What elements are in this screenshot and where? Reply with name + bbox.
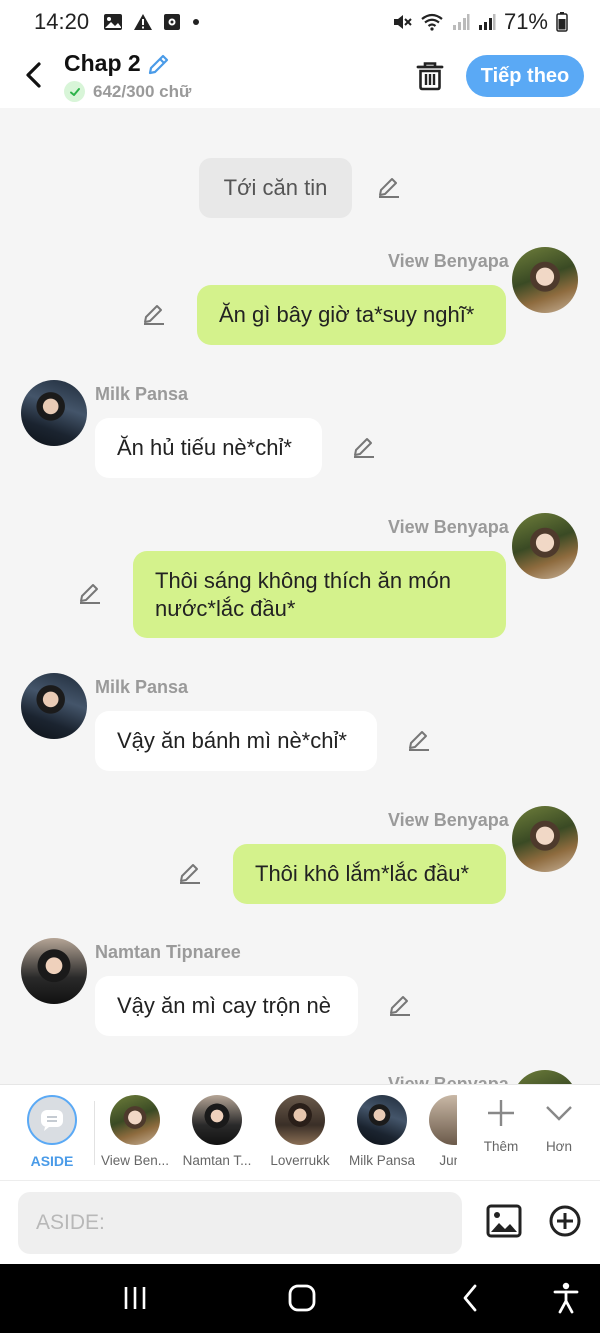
back-arrow-icon [26, 62, 41, 88]
status-time: 14:20 [34, 9, 90, 34]
message-bubble[interactable]: Vậy ăn mì cay trộn nè [95, 976, 358, 1036]
image-icon [103, 13, 123, 31]
more-button[interactable]: Hơn [529, 1097, 589, 1154]
sender-name: View Benyapa [388, 251, 509, 271]
sender-name: Milk Pansa [95, 677, 189, 697]
chapter-title-block: Chap 2 642/300 chữ [64, 50, 191, 102]
back-arrow-icon [463, 1284, 477, 1312]
check-icon [64, 81, 85, 102]
message-bubble[interactable]: Thôi sáng không thích ăn món nước*lắc đầ… [133, 551, 506, 638]
image-icon [486, 1204, 522, 1238]
sender-name: Namtan Tipnaree [95, 942, 241, 962]
more-label: Hơn [545, 1139, 573, 1154]
edit-message-icon[interactable] [351, 434, 377, 460]
sender-name: View Benyapa [388, 810, 509, 830]
chat-area[interactable]: Tới căn tin View Benyapa Ăn gì bây giờ t… [0, 108, 600, 1084]
character-view[interactable]: View Ben... [95, 1095, 175, 1168]
edit-message-icon[interactable] [376, 174, 402, 200]
sender-name: View Benyapa [388, 1074, 509, 1084]
wifi-icon [420, 13, 444, 31]
signal-icon [478, 13, 496, 31]
status-bar: 14:20 71% [0, 0, 600, 44]
warning-icon [133, 13, 153, 31]
character-june-clip: June [425, 1085, 457, 1181]
accessibility-button[interactable] [546, 1280, 586, 1316]
delete-button[interactable] [412, 58, 448, 94]
status-right: 71% [392, 9, 568, 35]
word-count: 642/300 chữ [93, 81, 192, 101]
edit-message-icon[interactable] [387, 992, 413, 1018]
message-bubble[interactable]: Thôi khô lắm*lắc đầu* [233, 844, 506, 904]
character-label: Namtan T... [182, 1153, 252, 1168]
recent-apps-icon [124, 1287, 146, 1309]
dot-icon [191, 17, 201, 27]
sender-name: Milk Pansa [95, 384, 189, 404]
aside-avatar [27, 1095, 77, 1145]
accessibility-icon [553, 1282, 579, 1314]
message-line: Thôi sáng không thích ăn món [155, 567, 451, 593]
character-namtan[interactable]: Namtan T... [177, 1095, 257, 1168]
chat-bubble-icon [41, 1110, 63, 1131]
sender-name: View Benyapa [388, 517, 509, 537]
message-line: nước*lắc đầu* [155, 595, 296, 621]
edit-message-icon[interactable] [141, 301, 167, 327]
add-label: Thêm [483, 1139, 519, 1154]
input-bar [0, 1180, 600, 1264]
character-label: Loverrukk [270, 1153, 330, 1168]
back-button[interactable] [18, 58, 48, 92]
avatar [192, 1095, 242, 1145]
avatar[interactable] [21, 380, 87, 446]
narration-bubble[interactable]: Tới căn tin [199, 158, 352, 218]
character-milk[interactable]: Milk Pansa [342, 1095, 422, 1168]
back-nav-button[interactable] [450, 1280, 490, 1316]
character-loverrukk[interactable]: Loverrukk [260, 1095, 340, 1168]
battery-percent: 71% [503, 9, 548, 34]
message-input[interactable] [18, 1192, 462, 1254]
plus-circle-icon [549, 1205, 581, 1237]
avatar [110, 1095, 160, 1145]
character-aside[interactable]: ASIDE [12, 1095, 92, 1169]
avatar [275, 1095, 325, 1145]
avatar[interactable] [512, 806, 578, 872]
message-bubble[interactable]: Vậy ăn bánh mì nè*chỉ* [95, 711, 377, 771]
character-label: ASIDE [30, 1153, 74, 1169]
home-button[interactable] [282, 1280, 322, 1316]
plus-icon [488, 1100, 514, 1126]
avatar[interactable] [512, 247, 578, 313]
message-bubble[interactable]: Ăn gì bây giờ ta*suy nghĩ* [197, 285, 506, 345]
edit-message-icon[interactable] [77, 580, 103, 606]
add-character-button[interactable]: Thêm [471, 1097, 531, 1154]
avatar [429, 1095, 457, 1145]
status-left: 14:20 [34, 9, 201, 35]
system-nav-bar [0, 1264, 600, 1333]
chevron-down-icon [546, 1106, 572, 1121]
mute-icon [392, 13, 412, 31]
trash-icon [416, 62, 444, 91]
character-label: View Ben... [100, 1153, 170, 1168]
header: Chap 2 642/300 chữ Tiếp theo [0, 44, 600, 108]
avatar[interactable] [512, 1070, 578, 1084]
avatar [357, 1095, 407, 1145]
avatar[interactable] [21, 673, 87, 739]
message-bubble[interactable]: Ăn hủ tiếu nè*chỉ* [95, 418, 322, 478]
avatar[interactable] [21, 938, 87, 1004]
chapter-title: Chap 2 [64, 50, 141, 76]
insert-image-button[interactable] [484, 1201, 524, 1241]
battery-icon [556, 12, 568, 32]
recent-apps-button[interactable] [115, 1280, 155, 1316]
edit-message-icon[interactable] [406, 727, 432, 753]
home-icon [288, 1284, 316, 1312]
add-button[interactable] [546, 1201, 584, 1241]
next-button[interactable]: Tiếp theo [466, 55, 584, 97]
character-bar: ASIDE View Ben... Namtan T... Loverrukk … [0, 1084, 600, 1180]
edit-message-icon[interactable] [177, 860, 203, 886]
character-label: Milk Pansa [348, 1153, 416, 1168]
avatar[interactable] [512, 513, 578, 579]
edit-title-icon[interactable] [147, 52, 171, 76]
clipboard-icon [163, 13, 181, 31]
character-label: June [439, 1153, 457, 1168]
signal-icon [452, 13, 470, 31]
character-june[interactable]: June [425, 1095, 457, 1168]
